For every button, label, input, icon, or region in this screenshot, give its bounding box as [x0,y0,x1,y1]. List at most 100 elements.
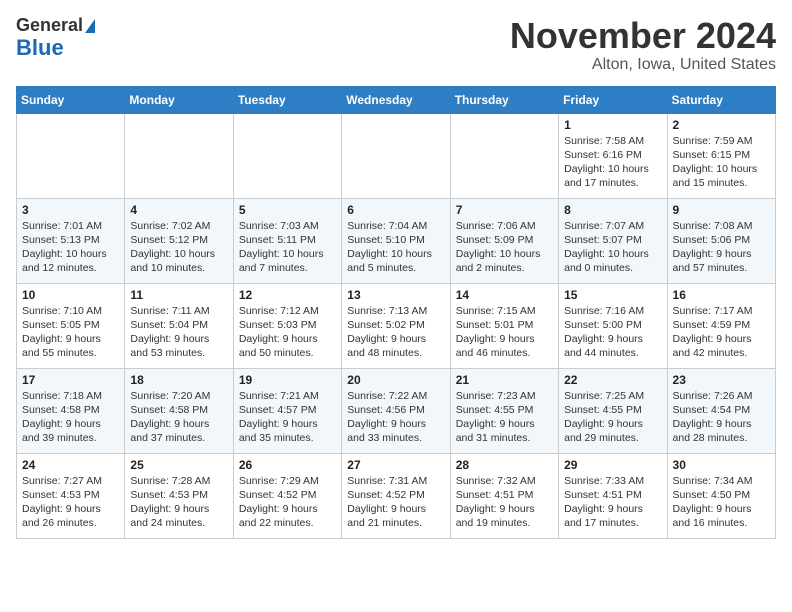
day-info: Sunrise: 7:27 AM Sunset: 4:53 PM Dayligh… [22,474,119,531]
month-title: November 2024 [510,16,776,56]
day-info: Sunrise: 7:17 AM Sunset: 4:59 PM Dayligh… [673,304,770,361]
day-info: Sunrise: 7:13 AM Sunset: 5:02 PM Dayligh… [347,304,444,361]
calendar-table: SundayMondayTuesdayWednesdayThursdayFrid… [16,86,776,539]
day-info: Sunrise: 7:59 AM Sunset: 6:15 PM Dayligh… [673,134,770,191]
day-info: Sunrise: 7:26 AM Sunset: 4:54 PM Dayligh… [673,389,770,446]
calendar-cell: 20 Sunrise: 7:22 AM Sunset: 4:56 PM Dayli… [342,368,450,453]
day-number: 5 [239,203,336,217]
day-number: 23 [673,373,770,387]
weekday-header-friday: Friday [559,86,667,113]
calendar-cell: 12 Sunrise: 7:12 AM Sunset: 5:03 PM Dayli… [233,283,341,368]
weekday-header-sunday: Sunday [17,86,125,113]
day-info: Sunrise: 7:06 AM Sunset: 5:09 PM Dayligh… [456,219,553,276]
day-number: 14 [456,288,553,302]
day-info: Sunrise: 7:02 AM Sunset: 5:12 PM Dayligh… [130,219,227,276]
day-info: Sunrise: 7:31 AM Sunset: 4:52 PM Dayligh… [347,474,444,531]
day-number: 30 [673,458,770,472]
day-number: 4 [130,203,227,217]
day-number: 11 [130,288,227,302]
day-number: 1 [564,118,661,132]
calendar-cell: 19 Sunrise: 7:21 AM Sunset: 4:57 PM Dayli… [233,368,341,453]
calendar-cell: 22Sunrise: 7:25 AM Sunset: 4:55 PM Dayli… [559,368,667,453]
day-info: Sunrise: 7:29 AM Sunset: 4:52 PM Dayligh… [239,474,336,531]
day-info: Sunrise: 7:11 AM Sunset: 5:04 PM Dayligh… [130,304,227,361]
day-info: Sunrise: 7:23 AM Sunset: 4:55 PM Dayligh… [456,389,553,446]
weekday-header-tuesday: Tuesday [233,86,341,113]
calendar-cell: 28 Sunrise: 7:32 AM Sunset: 4:51 PM Dayli… [450,453,558,538]
day-number: 26 [239,458,336,472]
calendar-cell: 21Sunrise: 7:23 AM Sunset: 4:55 PM Dayli… [450,368,558,453]
day-info: Sunrise: 7:07 AM Sunset: 5:07 PM Dayligh… [564,219,661,276]
title-block: November 2024 Alton, Iowa, United States [510,16,776,74]
day-info: Sunrise: 7:28 AM Sunset: 4:53 PM Dayligh… [130,474,227,531]
calendar-cell [450,113,558,198]
calendar-cell: 5Sunrise: 7:03 AM Sunset: 5:11 PM Daylig… [233,198,341,283]
weekday-header-thursday: Thursday [450,86,558,113]
day-number: 20 [347,373,444,387]
day-number: 22 [564,373,661,387]
day-info: Sunrise: 7:12 AM Sunset: 5:03 PM Dayligh… [239,304,336,361]
calendar-cell: 11 Sunrise: 7:11 AM Sunset: 5:04 PM Dayli… [125,283,233,368]
day-number: 15 [564,288,661,302]
day-number: 29 [564,458,661,472]
calendar-cell [17,113,125,198]
day-info: Sunrise: 7:21 AM Sunset: 4:57 PM Dayligh… [239,389,336,446]
weekday-header-wednesday: Wednesday [342,86,450,113]
day-number: 12 [239,288,336,302]
weekday-header-saturday: Saturday [667,86,775,113]
calendar-cell: 2 Sunrise: 7:59 AM Sunset: 6:15 PM Daylig… [667,113,775,198]
calendar-cell: 25 Sunrise: 7:28 AM Sunset: 4:53 PM Dayli… [125,453,233,538]
day-number: 3 [22,203,119,217]
calendar-cell: 15 Sunrise: 7:16 AM Sunset: 5:00 PM Dayli… [559,283,667,368]
day-info: Sunrise: 7:16 AM Sunset: 5:00 PM Dayligh… [564,304,661,361]
logo-text-blue: Blue [16,36,64,60]
day-info: Sunrise: 7:58 AM Sunset: 6:16 PM Dayligh… [564,134,661,191]
day-number: 7 [456,203,553,217]
calendar-cell: 7 Sunrise: 7:06 AM Sunset: 5:09 PM Daylig… [450,198,558,283]
calendar-cell: 13 Sunrise: 7:13 AM Sunset: 5:02 PM Dayli… [342,283,450,368]
day-info: Sunrise: 7:15 AM Sunset: 5:01 PM Dayligh… [456,304,553,361]
logo-triangle-icon [85,19,95,33]
calendar-cell: 29 Sunrise: 7:33 AM Sunset: 4:51 PM Dayli… [559,453,667,538]
calendar-cell [125,113,233,198]
day-info: Sunrise: 7:22 AM Sunset: 4:56 PM Dayligh… [347,389,444,446]
calendar-cell [233,113,341,198]
calendar-cell: 18Sunrise: 7:20 AM Sunset: 4:58 PM Dayli… [125,368,233,453]
calendar-cell: 4 Sunrise: 7:02 AM Sunset: 5:12 PM Daylig… [125,198,233,283]
day-number: 9 [673,203,770,217]
day-number: 28 [456,458,553,472]
day-info: Sunrise: 7:33 AM Sunset: 4:51 PM Dayligh… [564,474,661,531]
day-info: Sunrise: 7:34 AM Sunset: 4:50 PM Dayligh… [673,474,770,531]
calendar-cell: 6 Sunrise: 7:04 AM Sunset: 5:10 PM Daylig… [342,198,450,283]
day-number: 13 [347,288,444,302]
day-number: 19 [239,373,336,387]
day-number: 24 [22,458,119,472]
calendar-cell: 23 Sunrise: 7:26 AM Sunset: 4:54 PM Dayli… [667,368,775,453]
day-number: 10 [22,288,119,302]
calendar-cell: 3 Sunrise: 7:01 AM Sunset: 5:13 PM Daylig… [17,198,125,283]
calendar-cell: 24 Sunrise: 7:27 AM Sunset: 4:53 PM Dayli… [17,453,125,538]
calendar-cell: 30 Sunrise: 7:34 AM Sunset: 4:50 PM Dayli… [667,453,775,538]
calendar-cell: 14 Sunrise: 7:15 AM Sunset: 5:01 PM Dayli… [450,283,558,368]
logo: General Blue [16,16,95,60]
day-number: 8 [564,203,661,217]
calendar-cell: 10 Sunrise: 7:10 AM Sunset: 5:05 PM Dayli… [17,283,125,368]
day-number: 16 [673,288,770,302]
calendar-cell: 17Sunrise: 7:18 AM Sunset: 4:58 PM Dayli… [17,368,125,453]
day-number: 18 [130,373,227,387]
day-number: 25 [130,458,227,472]
day-number: 2 [673,118,770,132]
calendar-cell: 27 Sunrise: 7:31 AM Sunset: 4:52 PM Dayli… [342,453,450,538]
day-number: 27 [347,458,444,472]
location-subtitle: Alton, Iowa, United States [510,56,776,74]
calendar-cell [342,113,450,198]
day-number: 17 [22,373,119,387]
day-info: Sunrise: 7:10 AM Sunset: 5:05 PM Dayligh… [22,304,119,361]
day-number: 6 [347,203,444,217]
day-info: Sunrise: 7:04 AM Sunset: 5:10 PM Dayligh… [347,219,444,276]
calendar-cell: 8 Sunrise: 7:07 AM Sunset: 5:07 PM Daylig… [559,198,667,283]
day-info: Sunrise: 7:32 AM Sunset: 4:51 PM Dayligh… [456,474,553,531]
day-info: Sunrise: 7:01 AM Sunset: 5:13 PM Dayligh… [22,219,119,276]
day-info: Sunrise: 7:08 AM Sunset: 5:06 PM Dayligh… [673,219,770,276]
calendar-cell: 9 Sunrise: 7:08 AM Sunset: 5:06 PM Daylig… [667,198,775,283]
